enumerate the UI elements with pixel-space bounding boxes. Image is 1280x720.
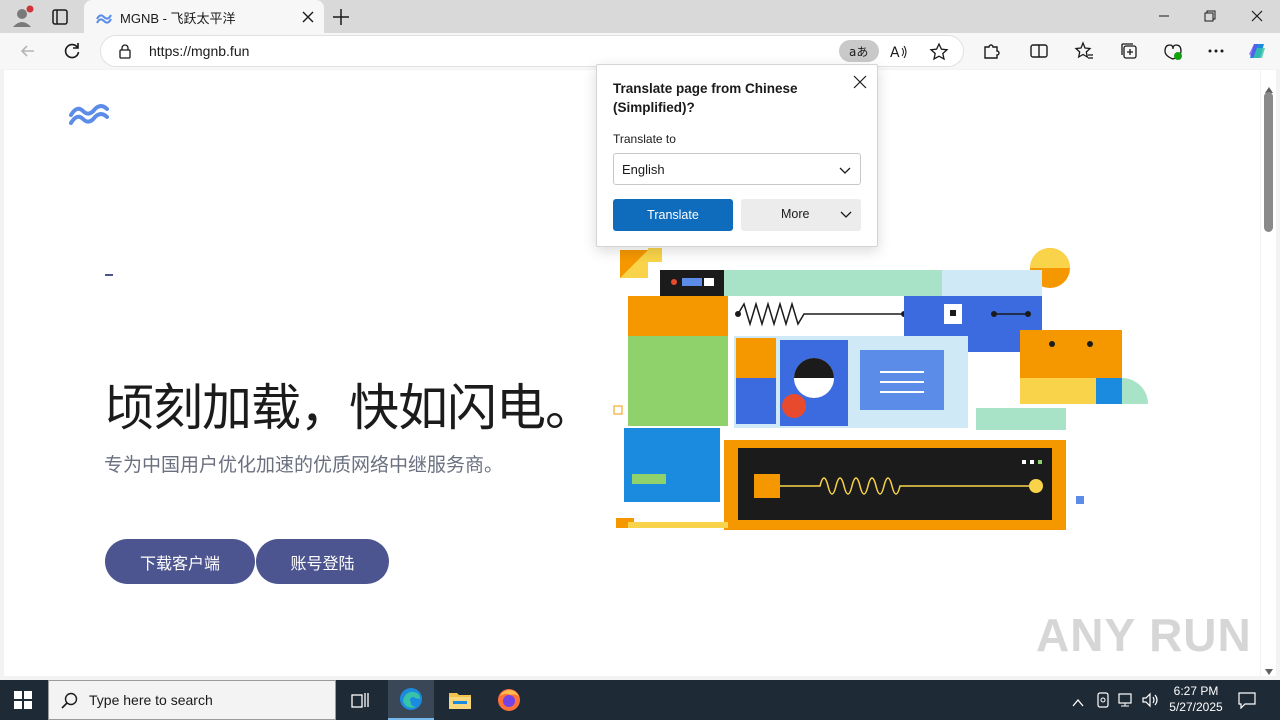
- lock-icon[interactable]: [117, 43, 133, 59]
- download-client-button[interactable]: 下载客户端: [105, 539, 255, 584]
- restore-icon[interactable]: [1187, 4, 1233, 28]
- selected-language: English: [622, 162, 665, 177]
- volume-icon[interactable]: [1142, 692, 1160, 708]
- taskbar-clock[interactable]: 6:27 PM 5/27/2025: [1166, 683, 1226, 715]
- svg-text:aあ: aあ: [849, 45, 868, 59]
- page-scrollbar[interactable]: [1261, 70, 1276, 676]
- tab-mgnb[interactable]: MGNB - 飞跃太平洋: [84, 0, 324, 33]
- tab-actions-icon[interactable]: [50, 7, 70, 27]
- translate-to-label: Translate to: [613, 132, 676, 146]
- hero-illustration: [613, 248, 1148, 530]
- svg-text:A: A: [890, 45, 900, 61]
- more-button[interactable]: More: [741, 199, 861, 231]
- language-select[interactable]: English: [613, 153, 861, 185]
- small-dash-decoration: [105, 274, 113, 276]
- translate-popup: Translate page from Chinese (Simplified)…: [596, 64, 878, 247]
- tray-chevron-up-icon[interactable]: [1072, 694, 1084, 707]
- translate-icon[interactable]: aあ: [839, 40, 879, 62]
- tray-device-icon[interactable]: [1096, 692, 1110, 708]
- more-button-label: More: [781, 207, 810, 221]
- hero-subline: 专为中国用户优化加速的优质网络中继服务商。: [104, 454, 504, 476]
- site-favicon-icon: [96, 9, 112, 25]
- file-explorer-icon[interactable]: [448, 689, 472, 711]
- windows-start-icon[interactable]: [14, 691, 32, 709]
- collections-icon[interactable]: [1117, 39, 1141, 63]
- scroll-up-icon[interactable]: [1265, 78, 1273, 93]
- firefox-icon[interactable]: [497, 688, 521, 712]
- translate-button[interactable]: Translate: [613, 199, 733, 231]
- clock-date: 5/27/2025: [1169, 700, 1223, 714]
- search-placeholder: Type here to search: [89, 692, 213, 708]
- scroll-thumb[interactable]: [1264, 92, 1273, 232]
- settings-more-icon[interactable]: [1204, 39, 1228, 63]
- edge-taskbar-icon[interactable]: [388, 680, 434, 720]
- chevron-down-icon: [838, 163, 852, 177]
- notifications-icon[interactable]: [1238, 691, 1256, 710]
- extensions-icon[interactable]: [979, 39, 1003, 63]
- scroll-down-icon[interactable]: [1265, 660, 1273, 675]
- anyrun-watermark: ANY RUN: [1036, 609, 1252, 661]
- url-text[interactable]: https://mgnb.fun: [149, 43, 249, 59]
- clock-time: 6:27 PM: [1173, 684, 1219, 698]
- search-icon: [61, 692, 79, 710]
- site-logo-icon[interactable]: [69, 103, 109, 127]
- network-icon[interactable]: [1118, 692, 1136, 708]
- new-tab-icon[interactable]: [330, 6, 352, 28]
- browser-essentials-icon[interactable]: [1161, 39, 1185, 63]
- task-view-icon[interactable]: [350, 690, 370, 710]
- profile-icon[interactable]: [10, 5, 34, 29]
- close-popup-icon[interactable]: [853, 74, 867, 89]
- favorites-icon[interactable]: [1072, 39, 1096, 63]
- minimize-icon[interactable]: [1141, 4, 1187, 28]
- tab-strip: MGNB - 飞跃太平洋: [0, 0, 1280, 33]
- read-aloud-icon[interactable]: A: [889, 42, 909, 62]
- close-window-icon[interactable]: [1234, 4, 1280, 28]
- close-tab-icon[interactable]: [300, 9, 316, 25]
- refresh-icon[interactable]: [60, 39, 84, 63]
- tab-title: MGNB - 飞跃太平洋: [120, 11, 236, 26]
- copilot-icon[interactable]: [1245, 39, 1269, 63]
- taskbar-search[interactable]: Type here to search: [48, 680, 336, 720]
- taskbar: Type here to search 6:27 PM 5/27/2025: [0, 680, 1280, 720]
- hero-headline: 顷刻加载，快如闪电。: [104, 379, 595, 437]
- address-bar[interactable]: https://mgnb.fun aあ A: [100, 35, 964, 67]
- favorite-star-icon[interactable]: [929, 42, 949, 62]
- back-icon[interactable]: [16, 39, 40, 63]
- account-login-button[interactable]: 账号登陆: [256, 539, 389, 584]
- split-screen-icon[interactable]: [1027, 39, 1051, 63]
- translate-popup-title: Translate page from Chinese (Simplified)…: [613, 81, 798, 115]
- more-chevron-down-icon: [839, 208, 853, 222]
